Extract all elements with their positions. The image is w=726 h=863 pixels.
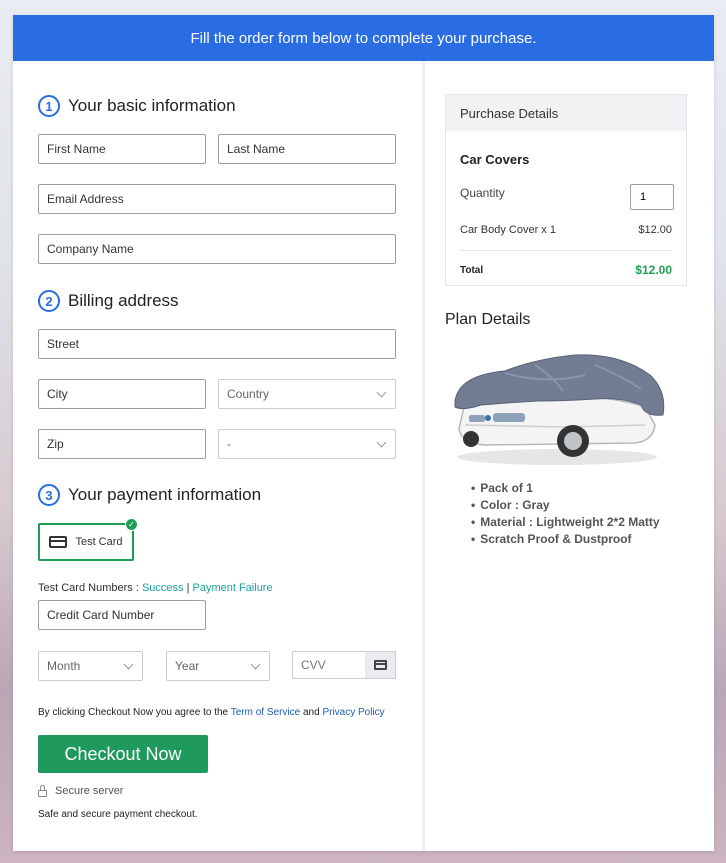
step-number: 2 (38, 290, 60, 312)
step-title: Your basic information (68, 96, 236, 115)
payment-failure-link[interactable]: Payment Failure (193, 582, 273, 594)
feature-item: Pack of 1 (471, 479, 660, 496)
step-payment-information: 3 Your payment information (38, 484, 261, 506)
chevron-down-icon (250, 659, 261, 669)
city-input[interactable]: City (38, 379, 206, 409)
test-card-option[interactable]: Test Card ✓ (38, 518, 138, 561)
step-billing-address: 2 Billing address (38, 290, 179, 312)
check-icon: ✓ (125, 518, 138, 531)
terms-agreement: By clicking Checkout Now you agree to th… (38, 707, 385, 718)
step-basic-information: 1 Your basic information (38, 95, 236, 117)
order-form: 1 Your basic information First Name Last… (13, 61, 422, 851)
chevron-down-icon (376, 387, 387, 397)
step-number: 1 (38, 95, 60, 117)
privacy-policy-link[interactable]: Privacy Policy (322, 707, 384, 718)
cvv-input[interactable]: CVV (292, 651, 366, 679)
quantity-label: Quantity (460, 186, 505, 200)
purchase-details-box: Purchase Details Car Covers Quantity 1 C… (445, 94, 687, 286)
cvv-help-button[interactable] (365, 651, 396, 679)
lock-icon (38, 784, 47, 797)
step-number: 3 (38, 484, 60, 506)
test-card-numbers: Test Card Numbers : Success | Payment Fa… (38, 582, 273, 594)
country-select[interactable]: Country (218, 379, 396, 409)
line-item-name: Car Body Cover x 1 (460, 224, 556, 236)
chevron-down-icon (376, 437, 387, 447)
step-title: Your payment information (68, 485, 262, 504)
credit-card-icon (373, 660, 387, 670)
success-link[interactable]: Success (142, 582, 184, 594)
feature-item: Material : Lightweight 2*2 Matty (471, 513, 659, 530)
step-title: Billing address (68, 291, 179, 310)
credit-card-number-input[interactable]: Credit Card Number (38, 600, 206, 630)
checkout-now-button[interactable]: Checkout Now (38, 735, 208, 773)
month-select[interactable]: Month (38, 651, 143, 681)
year-select[interactable]: Year (166, 651, 270, 681)
credit-card-icon (49, 536, 68, 548)
product-name: Car Covers (460, 152, 530, 167)
quantity-input[interactable]: 1 (630, 184, 674, 210)
header-banner: Fill the order form below to complete yo… (13, 15, 714, 61)
state-select[interactable]: - (218, 429, 396, 459)
zip-input[interactable]: Zip (38, 429, 206, 459)
terms-of-service-link[interactable]: Term of Service (231, 707, 300, 718)
order-form-card: Fill the order form below to complete yo… (13, 15, 714, 851)
safe-checkout-note: Safe and secure payment checkout. (38, 809, 198, 820)
purchase-details-header: Purchase Details (446, 95, 686, 131)
feature-item: Scratch Proof & Dustproof (471, 530, 660, 547)
first-name-input[interactable]: First Name (38, 134, 206, 164)
street-input[interactable]: Street (38, 329, 396, 359)
total-value: $12.00 (635, 263, 672, 277)
company-name-input[interactable]: Company Name (38, 234, 396, 264)
order-summary: Purchase Details Car Covers Quantity 1 C… (425, 61, 714, 851)
total-label: Total (460, 265, 484, 276)
banner-text: Fill the order form below to complete yo… (190, 29, 537, 47)
summary-divider (460, 250, 672, 251)
line-item-price: $12.00 (638, 224, 672, 236)
email-input[interactable]: Email Address (38, 184, 396, 214)
secure-server-note: Secure server (38, 784, 123, 797)
plan-details-title: Plan Details (445, 311, 531, 328)
car-cover-product-image (454, 354, 665, 465)
plan-feature-list: Pack of 1 Color : Gray Material : Lightw… (471, 479, 660, 547)
last-name-input[interactable]: Last Name (218, 134, 396, 164)
chevron-down-icon (123, 659, 134, 669)
feature-item: Color : Gray (471, 496, 660, 513)
